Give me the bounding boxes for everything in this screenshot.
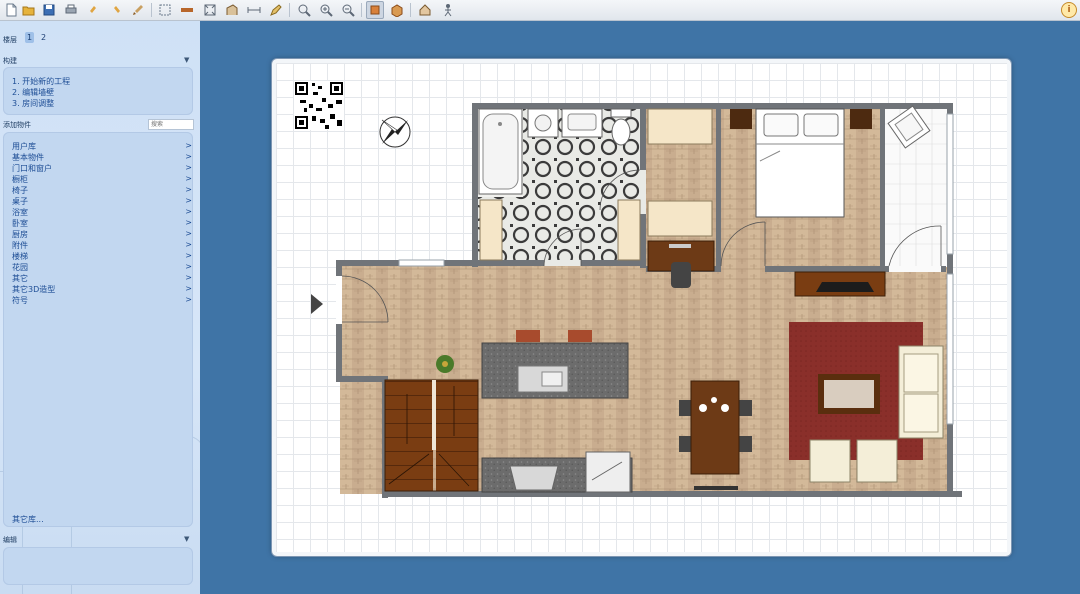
brush-icon[interactable] bbox=[130, 2, 146, 18]
door-tool-icon[interactable] bbox=[224, 2, 240, 18]
info-icon[interactable]: i bbox=[1061, 2, 1077, 18]
bathroom-sink bbox=[527, 108, 559, 138]
more-library-link[interactable]: 其它库... bbox=[12, 514, 44, 525]
floor-plan[interactable] bbox=[276, 63, 1007, 552]
zoom-in-icon[interactable] bbox=[318, 2, 334, 18]
library-item[interactable]: 用户库 > bbox=[12, 141, 192, 152]
construct-panel: 1. 开始新的工程 2. 编辑墙壁 3. 房间调整 bbox=[3, 67, 193, 115]
chevron-right-icon: > bbox=[185, 207, 192, 216]
library-item[interactable]: 楼梯 > bbox=[12, 251, 192, 262]
floor-plan-area[interactable] bbox=[276, 63, 1007, 552]
chevron-right-icon: > bbox=[185, 295, 192, 304]
chevron-right-icon: > bbox=[185, 185, 192, 194]
save-icon[interactable] bbox=[41, 2, 57, 18]
library-item[interactable]: 门口和窗户 > bbox=[12, 163, 192, 174]
chevron-down-icon[interactable]: ▼ bbox=[184, 535, 189, 543]
construct-item-room-adjust[interactable]: 3. 房间调整 bbox=[12, 98, 54, 109]
edit-section-title[interactable]: 编辑 bbox=[3, 535, 17, 545]
chevron-right-icon: > bbox=[185, 152, 192, 161]
wardrobe bbox=[647, 108, 713, 145]
select-icon[interactable] bbox=[157, 2, 173, 18]
new-document-icon[interactable] bbox=[3, 2, 19, 18]
library-item[interactable]: 花园 > bbox=[12, 262, 192, 273]
zoom-out-icon[interactable] bbox=[340, 2, 356, 18]
chevron-right-icon: > bbox=[185, 229, 192, 238]
add-objects-title: 添加物件 bbox=[3, 121, 31, 129]
library-item[interactable]: 桌子 > bbox=[12, 196, 192, 207]
compass-icon bbox=[379, 116, 411, 148]
3d-view-icon[interactable] bbox=[389, 2, 405, 18]
library-item[interactable]: 附件 > bbox=[12, 240, 192, 251]
zoom-fit-icon[interactable] bbox=[296, 2, 312, 18]
chevron-right-icon: > bbox=[185, 251, 192, 260]
sidebar: 楼层 1 2 构建 ▼ 1. 开始新的工程 2. 编辑墙壁 3. 房间调整 添加… bbox=[0, 21, 200, 594]
armchair bbox=[856, 439, 898, 483]
chevron-right-icon: > bbox=[185, 163, 192, 172]
2d-view-icon[interactable] bbox=[366, 1, 384, 19]
open-folder-icon[interactable] bbox=[21, 2, 37, 18]
toolbar: i bbox=[0, 0, 1080, 21]
coffee-table bbox=[818, 374, 880, 414]
library-item[interactable]: 其它3D造型 > bbox=[12, 284, 192, 295]
chevron-right-icon: > bbox=[185, 141, 192, 150]
library-item[interactable]: 符号 > bbox=[12, 295, 192, 306]
wardrobe bbox=[647, 200, 713, 237]
room-icon[interactable] bbox=[202, 2, 218, 18]
floor-tab-1[interactable]: 1 bbox=[25, 32, 35, 43]
library-item[interactable]: 厨房 > bbox=[12, 229, 192, 240]
tv-stand bbox=[794, 271, 886, 297]
bathtub bbox=[478, 108, 523, 195]
construct-section-title[interactable]: 构建 bbox=[3, 56, 17, 66]
chevron-right-icon: > bbox=[185, 218, 192, 227]
house-view-icon[interactable] bbox=[417, 2, 433, 18]
dimension-icon[interactable] bbox=[246, 2, 262, 18]
construct-item-edit-walls[interactable]: 2. 编辑墙壁 bbox=[12, 87, 54, 98]
chevron-right-icon: > bbox=[185, 273, 192, 282]
floors-label: 楼层 bbox=[3, 36, 17, 44]
bathroom-cabinet bbox=[479, 199, 503, 261]
library-item[interactable]: 椅子 > bbox=[12, 185, 192, 196]
chevron-right-icon: > bbox=[185, 240, 192, 249]
library-panel: 用户库 > 基本物件 > 门口和窗户 > 橱柜 > 椅子 > 桌子 > 浴室 > 卧室 > 厨房… bbox=[3, 132, 193, 527]
chevron-right-icon: > bbox=[185, 174, 192, 183]
plant-icon bbox=[436, 355, 454, 373]
entrance-arrow-icon bbox=[311, 294, 323, 314]
search-input[interactable] bbox=[148, 119, 194, 130]
armchair bbox=[809, 439, 851, 483]
library-item[interactable]: 橱柜 > bbox=[12, 174, 192, 185]
toilet bbox=[610, 108, 632, 146]
library-item[interactable]: 基本物件 > bbox=[12, 152, 192, 163]
bathroom-vanity bbox=[561, 108, 603, 138]
chevron-down-icon[interactable]: ▼ bbox=[184, 56, 189, 64]
library-item[interactable]: 浴室 > bbox=[12, 207, 192, 218]
chevron-right-icon: > bbox=[185, 196, 192, 205]
drawing-canvas[interactable] bbox=[272, 59, 1011, 556]
library-item[interactable]: 卧室 > bbox=[12, 218, 192, 229]
library-item[interactable]: 其它 > bbox=[12, 273, 192, 284]
bathroom-cabinet bbox=[617, 199, 641, 261]
floor-tab-2[interactable]: 2 bbox=[39, 32, 48, 43]
chevron-right-icon: > bbox=[185, 284, 192, 293]
kitchen-counter bbox=[481, 451, 633, 493]
construct-item-new-project[interactable]: 1. 开始新的工程 bbox=[12, 76, 70, 87]
edit-panel bbox=[3, 547, 193, 585]
sofa bbox=[898, 345, 944, 439]
print-icon[interactable] bbox=[63, 2, 79, 18]
pencil-icon[interactable] bbox=[268, 2, 284, 18]
qr-code bbox=[294, 81, 344, 130]
staircase[interactable] bbox=[384, 379, 479, 492]
undo-icon[interactable] bbox=[86, 2, 102, 18]
chevron-right-icon: > bbox=[185, 262, 192, 271]
walk-icon[interactable] bbox=[440, 2, 456, 18]
redo-icon[interactable] bbox=[108, 2, 124, 18]
wall-icon[interactable] bbox=[179, 2, 195, 18]
